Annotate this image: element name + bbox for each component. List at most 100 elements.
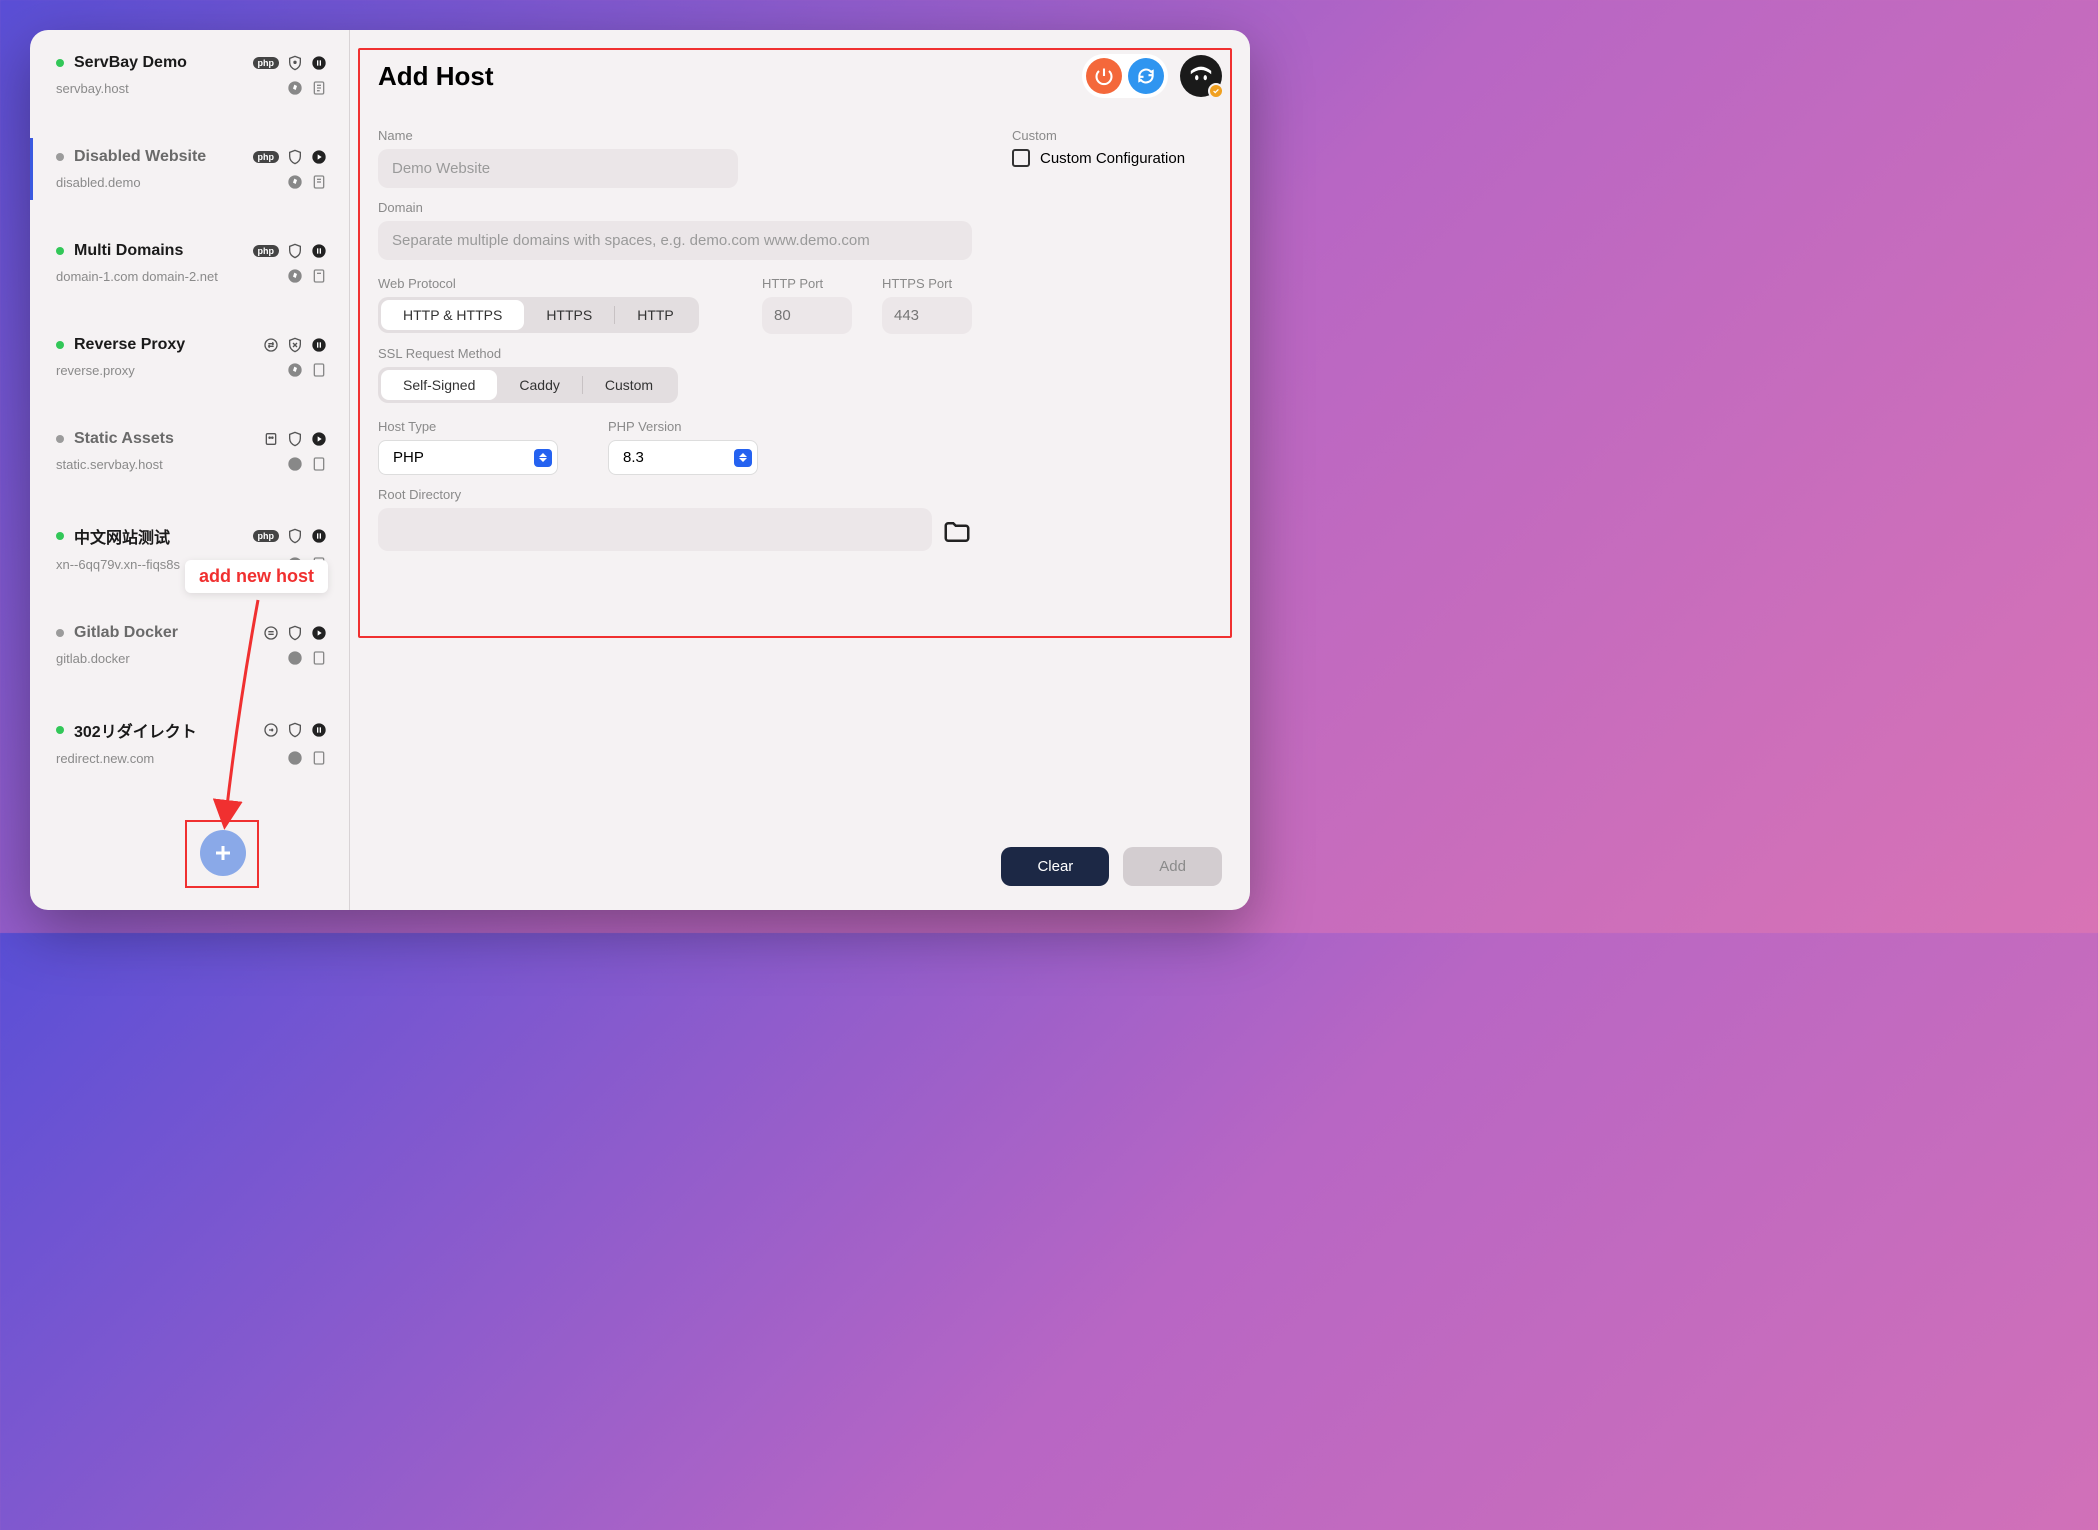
play-icon[interactable] <box>311 431 327 447</box>
php-badge-icon: php <box>253 245 280 257</box>
shield-icon <box>287 149 303 165</box>
site-item[interactable]: Gitlab Docker gitlab.docker <box>30 614 349 676</box>
php-badge-icon: php <box>253 530 280 542</box>
log-icon[interactable] <box>311 80 327 96</box>
custom-label: Custom <box>1012 128 1222 143</box>
clear-button[interactable]: Clear <box>1001 847 1109 886</box>
protocol-option[interactable]: HTTP <box>615 300 696 330</box>
shield-icon <box>287 528 303 544</box>
root-dir-label: Root Directory <box>378 487 972 502</box>
compass-icon[interactable] <box>287 174 303 190</box>
php-badge-icon: php <box>253 57 280 69</box>
php-version-label: PHP Version <box>608 419 758 434</box>
power-button[interactable] <box>1086 58 1122 94</box>
http-port-input[interactable] <box>762 297 852 334</box>
site-item[interactable]: Multi Domains php domain-1.com domain-2.… <box>30 232 349 294</box>
avatar[interactable] <box>1180 55 1222 97</box>
compass-icon[interactable] <box>287 456 303 472</box>
protocol-option[interactable]: HTTP & HTTPS <box>381 300 524 330</box>
web-protocol-segment: HTTP & HTTPS HTTPS HTTP <box>378 297 699 333</box>
site-domain: domain-1.com domain-2.net <box>56 269 287 284</box>
compass-icon[interactable] <box>287 750 303 766</box>
status-dot-icon <box>56 435 64 443</box>
host-type-value: PHP <box>378 440 558 475</box>
play-icon[interactable] <box>311 625 327 641</box>
static-icon <box>263 431 279 447</box>
power-icon <box>1094 66 1114 86</box>
compass-icon[interactable] <box>287 80 303 96</box>
log-icon[interactable] <box>311 456 327 472</box>
php-badge-icon: php <box>253 151 280 163</box>
site-domain: redirect.new.com <box>56 751 287 766</box>
compass-icon[interactable] <box>287 650 303 666</box>
php-version-select[interactable]: 8.3 <box>608 440 758 475</box>
site-item[interactable]: Static Assets static.servbay.host <box>30 420 349 482</box>
ssl-option[interactable]: Self-Signed <box>381 370 497 400</box>
log-icon[interactable] <box>311 362 327 378</box>
sidebar: ServBay Demo php servbay.host Disabled W… <box>30 30 350 910</box>
folder-icon <box>942 517 972 547</box>
ssl-option[interactable]: Custom <box>583 370 675 400</box>
https-port-label: HTTPS Port <box>882 276 972 291</box>
host-type-label: Host Type <box>378 419 558 434</box>
site-item[interactable]: ServBay Demo php servbay.host <box>30 44 349 106</box>
site-item[interactable]: 302リダイレクト redirect.new.com <box>30 708 349 776</box>
status-dot-icon <box>56 153 64 161</box>
chevron-updown-icon <box>534 449 552 467</box>
site-name: 中文网站测试 <box>74 524 243 548</box>
main-panel: Add Host Name <box>350 30 1250 910</box>
site-domain: gitlab.docker <box>56 651 287 666</box>
shield-icon <box>287 431 303 447</box>
site-name: Static Assets <box>74 430 253 448</box>
app-window: ServBay Demo php servbay.host Disabled W… <box>30 30 1250 910</box>
host-type-select[interactable]: PHP <box>378 440 558 475</box>
log-icon[interactable] <box>311 268 327 284</box>
name-label: Name <box>378 128 972 143</box>
site-domain: disabled.demo <box>56 175 287 190</box>
status-dot-icon <box>56 341 64 349</box>
add-button[interactable]: Add <box>1123 847 1222 886</box>
status-dot-icon <box>56 247 64 255</box>
browse-folder-button[interactable] <box>942 517 972 543</box>
ssl-segment: Self-Signed Caddy Custom <box>378 367 678 403</box>
web-protocol-label: Web Protocol <box>378 276 732 291</box>
https-port-input[interactable] <box>882 297 972 334</box>
pause-icon[interactable] <box>311 337 327 353</box>
root-dir-input[interactable] <box>378 508 932 551</box>
domain-input[interactable] <box>378 221 972 260</box>
protocol-option[interactable]: HTTPS <box>524 300 614 330</box>
compass-icon[interactable] <box>287 268 303 284</box>
play-icon[interactable] <box>311 149 327 165</box>
pause-icon[interactable] <box>311 722 327 738</box>
compass-icon[interactable] <box>287 362 303 378</box>
pause-icon[interactable] <box>311 528 327 544</box>
shield-x-icon <box>287 337 303 353</box>
redirect-icon <box>263 722 279 738</box>
add-host-button[interactable] <box>200 830 246 876</box>
log-icon[interactable] <box>311 650 327 666</box>
status-dot-icon <box>56 629 64 637</box>
pause-icon[interactable] <box>311 55 327 71</box>
pause-icon[interactable] <box>311 243 327 259</box>
page-title: Add Host <box>378 61 1082 92</box>
log-icon[interactable] <box>311 750 327 766</box>
status-dot-icon <box>56 59 64 67</box>
site-name: Reverse Proxy <box>74 336 253 354</box>
site-item[interactable]: Disabled Website php disabled.demo <box>30 138 349 200</box>
plus-icon <box>211 841 235 865</box>
ssl-option[interactable]: Caddy <box>497 370 581 400</box>
swap-icon <box>263 625 279 641</box>
http-port-label: HTTP Port <box>762 276 852 291</box>
ssl-label: SSL Request Method <box>378 346 972 361</box>
shield-icon <box>287 243 303 259</box>
custom-config-checkbox[interactable] <box>1012 149 1030 167</box>
annotation-tooltip: add new host <box>185 560 328 593</box>
shield-icon <box>287 722 303 738</box>
name-input[interactable] <box>378 149 738 188</box>
shield-lock-icon <box>287 55 303 71</box>
site-item[interactable]: Reverse Proxy reverse.proxy <box>30 326 349 388</box>
site-name: Disabled Website <box>74 148 243 166</box>
log-icon[interactable] <box>311 174 327 190</box>
refresh-button[interactable] <box>1128 58 1164 94</box>
custom-config-label: Custom Configuration <box>1040 150 1185 167</box>
